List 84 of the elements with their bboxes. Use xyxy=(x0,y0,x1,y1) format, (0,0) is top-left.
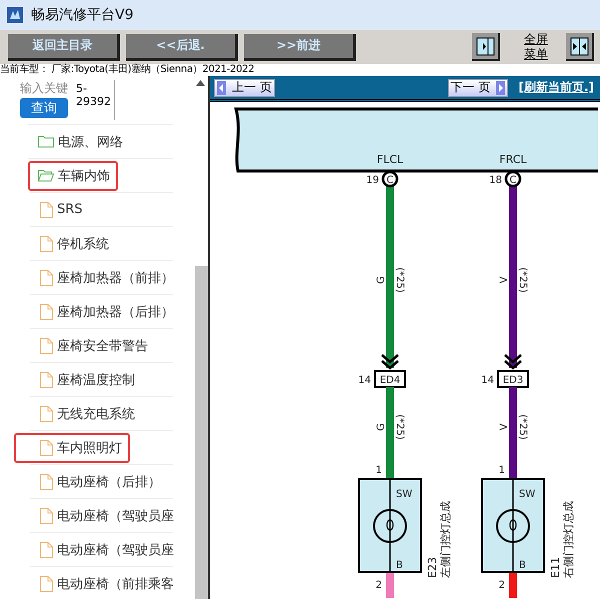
tree-document-item[interactable]: SRS xyxy=(14,196,91,224)
junction-pin-number: 14 xyxy=(481,375,494,386)
expand-panel-icon[interactable] xyxy=(472,33,500,61)
pin-number: 2 xyxy=(498,580,505,591)
fullscreen-menu-link[interactable]: 全屏 xyxy=(524,32,548,47)
tree-document-item[interactable]: 座椅温度控制 xyxy=(14,364,143,394)
tree-document-item[interactable]: 座椅加热器（后排） xyxy=(14,296,182,326)
junction-label: ED4 xyxy=(380,375,400,386)
scroll-up-icon[interactable] xyxy=(196,80,205,86)
open-folder-icon xyxy=(38,169,54,182)
scrollbar-thumb[interactable] xyxy=(195,266,208,599)
pin-number: 1 xyxy=(498,465,505,476)
window-title: 畅易汽修平台V9 xyxy=(31,6,134,24)
component-id: E23 xyxy=(426,557,439,578)
tree-document-item[interactable]: 车内照明灯 xyxy=(14,432,130,462)
document-icon xyxy=(40,236,53,252)
terminal-label: SW xyxy=(396,489,412,500)
document-icon xyxy=(40,372,53,388)
app-icon xyxy=(7,7,23,23)
pin-number: 2 xyxy=(376,580,382,591)
pin-number: 18 xyxy=(489,175,502,186)
pin-number: 19 xyxy=(366,175,379,186)
wire-color-code: V xyxy=(499,424,510,430)
pin-label: FLCL xyxy=(376,153,404,166)
tree-document-item[interactable]: 电动座椅（后排） xyxy=(14,466,169,496)
document-icon xyxy=(40,474,53,490)
junction-connector xyxy=(497,370,529,388)
previous-page-button[interactable]: 上一 页 xyxy=(214,78,275,96)
wire-note: (*25) xyxy=(394,267,405,293)
connector-circle xyxy=(382,170,398,188)
connector-label: C xyxy=(386,175,394,186)
document-icon xyxy=(40,440,53,456)
left-arrow-icon xyxy=(217,80,226,94)
tree-document-item[interactable]: 电动座椅（前排乘客 xyxy=(14,568,182,598)
wire-note: (*25) xyxy=(394,414,405,440)
toolbar-button[interactable]: 返回主目录 xyxy=(8,34,120,60)
tree-document-item[interactable]: 停机系统 xyxy=(14,228,117,258)
connector-label: C xyxy=(510,175,516,186)
wire-note: (*25) xyxy=(517,414,528,440)
pin-label: FRCL xyxy=(499,153,527,166)
terminal-label: B xyxy=(396,560,403,571)
document-icon xyxy=(40,542,53,558)
fullscreen-menu-link[interactable]: 菜单 xyxy=(524,47,548,62)
connector-circle xyxy=(504,170,522,188)
junction-connector xyxy=(374,370,406,388)
split-panel-icon[interactable] xyxy=(566,33,594,61)
terminal-label: SW xyxy=(519,489,536,500)
component-name: 右侧门控灯总成 xyxy=(562,501,575,578)
document-icon xyxy=(40,576,53,592)
tree-document-item[interactable]: 座椅加热器（前排） xyxy=(14,262,182,292)
component-name: 左侧门控灯总成 xyxy=(439,501,452,578)
wire-color-code: G xyxy=(376,276,387,284)
search-button[interactable]: 查询 xyxy=(20,98,68,118)
component-id: E11 xyxy=(549,557,562,578)
tree-folder-item[interactable]: 车辆内饰 xyxy=(28,160,118,190)
connector-arrow-icon xyxy=(504,354,522,370)
refresh-page-link[interactable]: [刷新当前页.] xyxy=(518,79,594,96)
junction-label: ED3 xyxy=(502,375,524,386)
document-icon xyxy=(40,406,53,422)
next-page-button[interactable]: 下一 页 xyxy=(448,78,508,96)
wire-color-code: V xyxy=(499,276,510,284)
search-field[interactable]: 5-29392 xyxy=(76,80,115,120)
document-icon xyxy=(40,508,53,524)
tree-document-item[interactable]: 无线充电系统 xyxy=(14,398,143,428)
wire-note: (*25) xyxy=(517,267,528,293)
wire-color-code: G xyxy=(376,423,387,431)
terminal-label: B xyxy=(519,560,526,571)
tree-document-item[interactable]: 电动座椅（驾驶员座 xyxy=(14,534,182,564)
right-arrow-icon xyxy=(496,80,506,94)
document-icon xyxy=(40,304,53,320)
connector-arrow-icon xyxy=(380,354,400,370)
document-icon xyxy=(40,270,53,286)
document-icon xyxy=(40,202,53,218)
tree-folder-item[interactable]: 电源、网络 xyxy=(28,126,131,156)
tree-document-item[interactable]: 座椅安全带警告 xyxy=(14,330,156,360)
document-icon xyxy=(40,338,53,354)
car-model-text: 当前车型： 厂家:Toyota(丰田)塞纳（Sienna）2021-2022 xyxy=(0,64,256,76)
pin-number: 1 xyxy=(376,465,382,476)
toolbar-button[interactable]: >>前进 xyxy=(244,34,356,60)
junction-pin-number: 14 xyxy=(358,375,371,386)
toolbar-button[interactable]: <<后退. xyxy=(126,34,238,60)
tree-document-item[interactable]: 电动座椅（驾驶员座 xyxy=(14,500,182,530)
search-label: 输入关键 xyxy=(20,80,68,97)
folder-icon xyxy=(38,135,54,148)
